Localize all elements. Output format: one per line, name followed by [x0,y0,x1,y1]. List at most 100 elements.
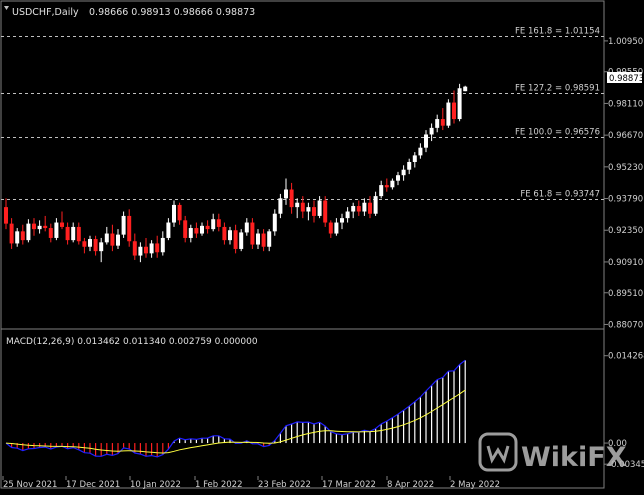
candle-bull [373,196,378,214]
price-tick-label: 0.90910 [608,258,643,268]
candle-bull [429,127,434,135]
candle-bear [60,222,64,227]
current-price-text: 0.98873 [609,74,644,84]
candle-bear [222,226,227,241]
candle-bull [295,202,300,208]
time-tick-label: 1 Feb 2022 [195,480,243,490]
price-tick-label: 1.00950 [608,37,643,47]
candle-bull [121,215,126,235]
time-tick-label: 8 Apr 2022 [387,480,434,490]
candle-bear [32,223,36,230]
price-tick-label: 0.96670 [608,131,643,141]
wikifx-watermark: WikiFX [478,432,627,473]
candle-bull [412,155,417,162]
candle-bull [172,204,176,223]
fe-level-label: FE 161.8 = 1.01154 [515,27,600,37]
price-tick-label: 0.89510 [608,289,643,299]
candle-bull [200,225,204,234]
candle-bear [216,219,221,227]
candle-bear [384,185,389,188]
fe-level-label: FE 100.0 = 0.96576 [515,128,600,138]
candle-bear [76,226,81,242]
candle-bull [211,219,216,230]
candle-bull [340,218,344,223]
candle-bull [239,232,244,249]
fe-level-label: FE 61.8 = 0.93747 [520,190,600,200]
candle-bull [306,207,311,212]
candle-bear [183,220,188,238]
time-tick-label: 25 Nov 2021 [3,480,57,490]
symbol-label: USDCHF,Daily [12,7,79,18]
candle-bull [256,233,260,245]
price-tick-label: 0.88070 [608,320,643,330]
candle-bear [48,228,53,238]
candle-bear [356,206,361,212]
candle-bull [463,86,468,92]
time-tick-label: 10 Jan 2022 [130,480,181,490]
candle-bull [188,228,193,238]
candle-bull [228,230,232,241]
candle-bull [284,189,288,199]
candle-bull [362,202,367,212]
candle-bull [138,246,143,256]
candle-bear [261,233,266,247]
candle-bull [317,200,322,216]
chart-window[interactable]: FE 161.8 = 1.01154 FE 127.2 = 0.98591 FE 1… [0,0,644,491]
symbol-header: USDCHF,Daily 0.98666 0.98913 0.98666 0.9… [4,6,255,18]
candle-bear [93,239,98,252]
macd-group [5,359,466,458]
time-tick-label: 17 Dec 2021 [66,480,120,490]
candle-bull [149,243,154,254]
candle-bull [166,222,171,238]
candle-bear [155,243,160,253]
candle-bull [15,231,20,244]
candle-bear [233,230,238,249]
candle-bear [127,215,132,242]
candle-bear [65,226,70,241]
candle-bull [88,239,92,247]
candle-bear [250,222,255,245]
candle-bear [452,102,456,120]
wikifx-text: WikiFX [521,442,627,473]
fe-levels-group: FE 161.8 = 1.01154 FE 127.2 = 0.98591 FE 1… [1,27,604,200]
candle-bull [390,180,395,188]
time-tick-label: 17 Mar 2022 [322,480,376,490]
candle-bear [177,204,182,221]
candle-bull [446,102,451,126]
candle-bull [116,234,120,246]
candle-bear [194,228,199,234]
price-tick-label: 0.95230 [608,163,643,173]
candle-bear [328,222,333,234]
wikifx-logo-mark [486,445,510,464]
time-tick-label: 2 May 2022 [450,480,500,490]
candle-bull [379,185,384,197]
chart-canvas[interactable]: FE 161.8 = 1.01154 FE 127.2 = 0.98591 FE 1… [0,0,644,491]
macd-tick-label: 0.014268 [608,352,644,362]
candle-bull [401,169,406,176]
candle-bull [418,147,423,156]
candle-bull [351,206,356,212]
candle-bull [345,211,350,219]
candle-bear [144,246,148,254]
candle-bull [272,213,277,232]
candle-bear [323,200,328,223]
candle-bull [244,222,249,233]
price-tick-label: 0.92350 [608,226,643,236]
ohlc-label: 0.98666 0.98913 0.98666 0.98873 [89,7,255,18]
candle-bull [407,161,412,170]
candle-bull [457,88,462,120]
candle-bear [9,223,14,244]
candle-bull [104,233,109,243]
candle-bull [71,226,76,241]
candle-bear [110,233,115,246]
price-tick-label: 0.98110 [608,99,643,109]
candle-bear [312,207,316,216]
price-tick-label: 0.93790 [608,195,643,205]
candle-bear [300,202,305,212]
candle-bull [278,198,283,214]
triangle-down-icon [4,6,9,10]
candle-bear [43,225,48,229]
macd-label: MACD(12,26,9) 0.013462 0.011340 0.002759… [6,337,258,347]
candle-bull [435,119,440,128]
candles-group [4,83,468,263]
